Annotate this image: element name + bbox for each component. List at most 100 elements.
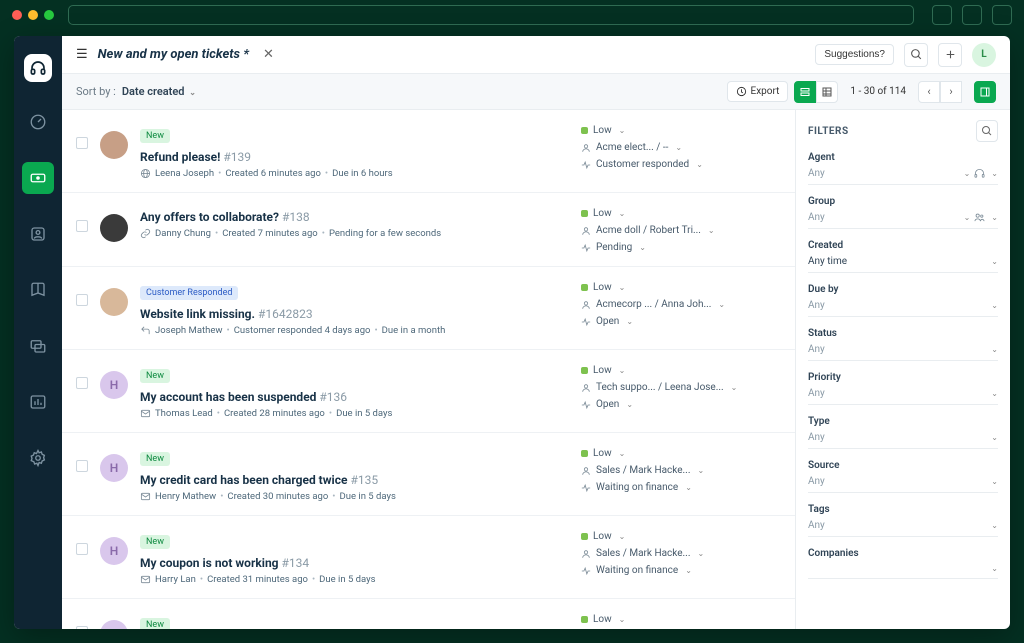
ticket-meta: Joseph Mathew •Customer responded 4 days… (140, 325, 569, 336)
nav-forums[interactable] (22, 330, 54, 362)
ticket-row[interactable]: H New My account has been suspended #136… (62, 350, 795, 433)
assignee-dropdown[interactable]: Sales / Mark Hacke...⌄ (581, 465, 781, 476)
assignee-dropdown[interactable]: Acme doll / Robert Tri...⌄ (581, 225, 781, 236)
nav-dashboard[interactable] (22, 106, 54, 138)
ticket-checkbox[interactable] (76, 220, 88, 232)
ticket-checkbox[interactable] (76, 626, 88, 629)
nav-contacts[interactable] (22, 218, 54, 250)
priority-dropdown[interactable]: Low⌄ (581, 125, 781, 136)
ticket-badge: New (140, 618, 170, 629)
ticket-meta: Leena Joseph •Created 6 minutes ago •Due… (140, 168, 569, 179)
nav-analytics[interactable] (22, 386, 54, 418)
close-tab-icon[interactable]: ✕ (263, 47, 274, 62)
user-icon (581, 226, 591, 236)
priority-dropdown[interactable]: Low⌄ (581, 531, 781, 542)
filters-toggle-button[interactable] (974, 81, 996, 103)
list-toolbar: Sort by : Date created ⌄ Export 1 - 30 o… (62, 74, 1010, 110)
filter-select[interactable]: Any ⌄ (808, 386, 998, 405)
status-dropdown[interactable]: Waiting on finance⌄ (581, 565, 781, 576)
priority-dropdown[interactable]: Low⌄ (581, 448, 781, 459)
ticket-meta: Harry Lan •Created 31 minutes ago •Due i… (140, 574, 569, 585)
assignee-dropdown[interactable]: Acmecorp ... / Anna Joh...⌄ (581, 299, 781, 310)
app-frame: ☰ New and my open tickets * ✕ Suggestion… (14, 36, 1010, 629)
filter-group: Source Any ⌄ (808, 460, 998, 493)
filter-select[interactable]: Any ⌄ (808, 474, 998, 493)
ticket-subject[interactable]: Refund please! #139 (140, 150, 251, 164)
filter-group: Tags Any ⌄ (808, 504, 998, 537)
status-dropdown[interactable]: Customer responded⌄ (581, 159, 781, 170)
status-dropdown[interactable]: Waiting on finance⌄ (581, 482, 781, 493)
ticket-checkbox[interactable] (76, 377, 88, 389)
filter-select[interactable]: Any ⌄ (808, 342, 998, 361)
window-maximize-icon[interactable] (44, 10, 54, 20)
user-avatar[interactable]: L (972, 43, 996, 67)
view-table-button[interactable] (816, 81, 838, 103)
ticket-subject[interactable]: My credit card has been charged twice #1… (140, 473, 378, 487)
nav-settings[interactable] (22, 442, 54, 474)
ticket-row[interactable]: H New Low⌄ (62, 599, 795, 629)
window-close-icon[interactable] (12, 10, 22, 20)
user-icon (581, 549, 591, 559)
browser-tab-1[interactable] (932, 5, 952, 25)
filter-select[interactable]: ⌄ (808, 562, 998, 579)
ticket-checkbox[interactable] (76, 460, 88, 472)
ticket-checkbox[interactable] (76, 294, 88, 306)
window-minimize-icon[interactable] (28, 10, 38, 20)
filter-group: Group Any ⌄ ⌄ (808, 196, 998, 229)
requester-avatar (100, 214, 128, 242)
browser-tab-3[interactable] (992, 5, 1012, 25)
activity-icon (581, 317, 591, 327)
view-card-button[interactable] (794, 81, 816, 103)
filters-panel: FILTERS Agent Any ⌄ ⌄ Group Any ⌄ ⌄ Crea… (795, 110, 1010, 629)
export-button[interactable]: Export (727, 81, 789, 102)
status-dropdown[interactable]: Open⌄ (581, 399, 781, 410)
nav-solutions[interactable] (22, 274, 54, 306)
assignee-dropdown[interactable]: Sales / Mark Hacke...⌄ (581, 548, 781, 559)
ticket-row[interactable]: New Refund please! #139 Leena Joseph •Cr… (62, 110, 795, 193)
priority-dropdown[interactable]: Low⌄ (581, 282, 781, 293)
priority-dropdown[interactable]: Low⌄ (581, 208, 781, 219)
activity-icon (581, 160, 591, 170)
filter-select[interactable]: Any ⌄ (808, 430, 998, 449)
ticket-row[interactable]: Customer Responded Website link missing.… (62, 267, 795, 350)
ticket-subject[interactable]: Any offers to collaborate? #138 (140, 210, 310, 224)
nav-tickets[interactable] (22, 162, 54, 194)
ticket-row[interactable]: H New My credit card has been charged tw… (62, 433, 795, 516)
source-icon (140, 408, 151, 419)
filter-group: Type Any ⌄ (808, 416, 998, 449)
suggestions-button[interactable]: Suggestions? (815, 44, 894, 65)
ticket-checkbox[interactable] (76, 137, 88, 149)
priority-dropdown[interactable]: Low⌄ (581, 614, 781, 625)
ticket-row[interactable]: Any offers to collaborate? #138 Danny Ch… (62, 193, 795, 267)
sort-dropdown[interactable]: Date created ⌄ (122, 85, 196, 98)
filter-select[interactable]: Any ⌄ ⌄ (808, 166, 998, 185)
filter-select[interactable]: Any ⌄ ⌄ (808, 210, 998, 229)
status-dropdown[interactable]: Open⌄ (581, 316, 781, 327)
ticket-subject[interactable]: My account has been suspended #136 (140, 390, 347, 404)
filter-label: Tags (808, 504, 998, 515)
assignee-dropdown[interactable]: Tech suppo... / Leena Jose...⌄ (581, 382, 781, 393)
status-dropdown[interactable]: Pending⌄ (581, 242, 781, 253)
new-ticket-icon[interactable] (938, 43, 962, 67)
assignee-dropdown[interactable]: Acme elect... / --⌄ (581, 142, 781, 153)
filter-label: Source (808, 460, 998, 471)
ticket-row[interactable]: H New My coupon is not working #134 Harr… (62, 516, 795, 599)
filter-select[interactable]: Any ⌄ (808, 298, 998, 317)
browser-tab-2[interactable] (962, 5, 982, 25)
filter-select[interactable]: Any time ⌄ (808, 254, 998, 273)
requester-avatar: H (100, 537, 128, 565)
filter-select[interactable]: Any ⌄ (808, 518, 998, 537)
ticket-id: #136 (319, 390, 347, 404)
url-bar[interactable] (68, 5, 914, 25)
ticket-subject[interactable]: My coupon is not working #134 (140, 556, 309, 570)
filters-search-icon[interactable] (976, 120, 998, 142)
priority-dropdown[interactable]: Low⌄ (581, 365, 781, 376)
source-icon (140, 168, 151, 179)
pager-prev-button[interactable]: ‹ (918, 81, 940, 103)
search-icon[interactable] (904, 43, 928, 67)
menu-icon[interactable]: ☰ (76, 47, 88, 62)
pager-next-button[interactable]: › (940, 81, 962, 103)
ticket-subject[interactable]: Website link missing. #1642823 (140, 307, 313, 321)
ticket-checkbox[interactable] (76, 543, 88, 555)
app-logo[interactable] (24, 54, 52, 82)
